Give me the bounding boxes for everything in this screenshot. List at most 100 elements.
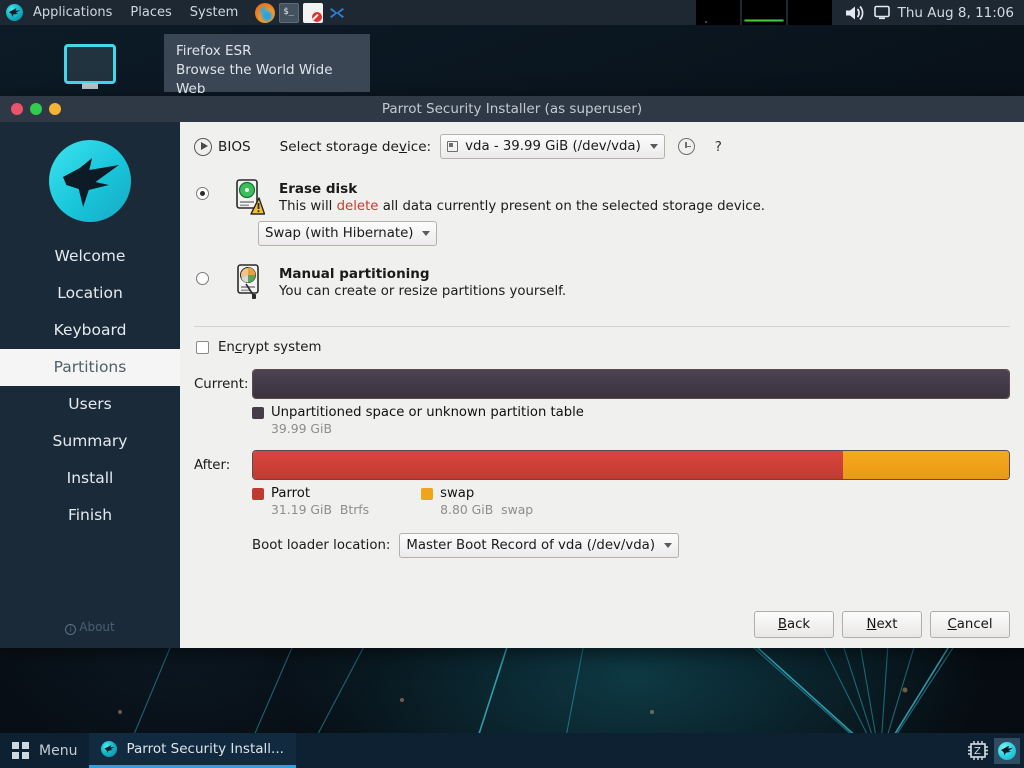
chevron-down-icon	[422, 231, 430, 236]
taskbar-item-installer[interactable]: Parrot Security Install...	[89, 733, 295, 768]
speaker-icon[interactable]	[844, 4, 866, 22]
segment-parrot[interactable]	[253, 451, 843, 479]
swap-select-value: Swap (with Hibernate)	[265, 226, 413, 241]
workspace-1[interactable]	[696, 0, 740, 25]
section-divider	[194, 326, 1010, 327]
document-icon[interactable]	[303, 3, 323, 23]
partitions-page: BIOS Select storage device: vda - 39.99 …	[180, 122, 1024, 648]
parrot-logo-icon	[101, 741, 117, 757]
sidebar-item-keyboard[interactable]: Keyboard	[0, 312, 180, 349]
after-label: After:	[194, 458, 252, 473]
legend-name: Parrot	[271, 486, 310, 501]
about-link[interactable]: iAbout	[0, 620, 180, 635]
wizard-buttons: Back Next Cancel	[754, 611, 1010, 638]
next-button[interactable]: Next	[842, 611, 922, 638]
display-icon[interactable]	[874, 5, 890, 20]
sidebar-item-summary[interactable]: Summary	[0, 423, 180, 460]
legend-name: swap	[440, 486, 474, 501]
installer-sidebar: Welcome Location Keyboard Partitions Use…	[0, 122, 180, 648]
sidebar-item-finish[interactable]: Finish	[0, 497, 180, 534]
current-label: Current:	[194, 377, 252, 392]
manual-partitioning-desc: You can create or resize partitions your…	[279, 284, 566, 299]
svg-text:Z: Z	[974, 746, 981, 757]
parrot-menu-icon[interactable]	[6, 4, 23, 21]
minimize-button[interactable]	[30, 103, 42, 115]
terminal-icon[interactable]: $_	[279, 3, 299, 23]
back-button[interactable]: Back	[754, 611, 834, 638]
refresh-icon[interactable]	[678, 138, 695, 155]
vscode-icon[interactable]	[327, 3, 347, 23]
legend-swatch	[252, 407, 264, 419]
bootloader-label: Boot loader location:	[252, 538, 390, 553]
workspace-3[interactable]	[788, 0, 832, 25]
cancel-button[interactable]: Cancel	[930, 611, 1010, 638]
encrypt-system-row[interactable]: Encrypt system	[196, 340, 1010, 355]
parrot-tray-icon[interactable]	[994, 738, 1020, 764]
sidebar-item-welcome[interactable]: Welcome	[0, 238, 180, 275]
desktop-computer-icon[interactable]	[62, 44, 118, 84]
option-erase-disk[interactable]: Erase disk This will delete all data cur…	[194, 175, 1010, 215]
firefox-icon[interactable]	[255, 3, 275, 23]
legend-item-unpartitioned: Unpartitioned space or unknown partition…	[252, 405, 584, 436]
taskbar: Menu Parrot Security Install... Z	[0, 733, 1024, 768]
menu-places[interactable]: Places	[121, 0, 180, 25]
window-titlebar[interactable]: Parrot Security Installer (as superuser)	[0, 96, 1024, 122]
help-button[interactable]: ?	[715, 139, 722, 155]
sidebar-item-users[interactable]: Users	[0, 386, 180, 423]
encrypt-system-label: Encrypt system	[218, 340, 321, 355]
terminal-glyph: $_	[283, 8, 294, 17]
option-manual-partitioning[interactable]: Manual partitioning You can create or re…	[194, 260, 1010, 300]
tooltip-subtitle: Browse the World Wide Web	[176, 61, 358, 99]
segment-swap[interactable]	[843, 451, 1009, 479]
top-panel: Applications Places System $_	[0, 0, 1024, 25]
panel-launchers: $_	[255, 3, 347, 23]
erase-disk-title: Erase disk	[279, 181, 765, 197]
erase-disk-icon	[233, 179, 265, 215]
sidebar-item-install[interactable]: Install	[0, 460, 180, 497]
bootloader-value: Master Boot Record of vda (/dev/vda)	[406, 538, 655, 553]
system-tray: Z	[966, 733, 1024, 768]
current-layout-row: Current:	[194, 369, 1010, 399]
menu-applications[interactable]: Applications	[24, 0, 121, 25]
manual-partitioning-radio[interactable]	[196, 272, 209, 285]
legend-swatch	[252, 488, 264, 500]
select-storage-label: Select storage device:	[280, 139, 431, 155]
erase-disk-radio[interactable]	[196, 187, 209, 200]
bootloader-row: Boot loader location: Master Boot Record…	[252, 533, 1010, 558]
firmware-label: BIOS	[218, 139, 251, 155]
bootloader-select[interactable]: Master Boot Record of vda (/dev/vda)	[399, 533, 679, 558]
menu-system[interactable]: System	[181, 0, 247, 25]
manual-partitioning-title: Manual partitioning	[279, 266, 566, 282]
erase-disk-desc: This will delete all data currently pres…	[279, 199, 765, 214]
clock[interactable]: Thu Aug 8, 11:06	[898, 5, 1014, 21]
chevron-down-icon	[664, 543, 672, 548]
legend-name: Unpartitioned space or unknown partition…	[271, 405, 584, 420]
close-button[interactable]	[11, 103, 23, 115]
legend-item-swap: swap 8.80 GiB swap	[421, 486, 533, 517]
parrot-logo-icon	[49, 140, 131, 222]
segment-unpartitioned[interactable]	[253, 370, 1009, 398]
menu-button[interactable]: Menu	[0, 733, 89, 768]
firefox-tooltip: Firefox ESR Browse the World Wide Web	[164, 34, 370, 92]
after-partition-bar[interactable]	[252, 450, 1010, 480]
workspace-switcher[interactable]	[696, 0, 832, 25]
swap-select[interactable]: Swap (with Hibernate)	[258, 221, 437, 246]
encrypt-system-checkbox[interactable]	[196, 341, 209, 354]
after-legend: Parrot 31.19 GiB Btrfs swap 8.80 GiB swa…	[252, 486, 1010, 517]
installer-window: Parrot Security Installer (as superuser)…	[0, 96, 1024, 648]
storage-device-select[interactable]: vda - 39.99 GiB (/dev/vda)	[440, 134, 665, 159]
legend-item-parrot: Parrot 31.19 GiB Btrfs	[252, 486, 369, 517]
sidebar-item-location[interactable]: Location	[0, 275, 180, 312]
storage-device-value: vda - 39.99 GiB (/dev/vda)	[465, 139, 641, 154]
current-legend: Unpartitioned space or unknown partition…	[252, 405, 1010, 436]
manual-partitioning-icon	[233, 264, 265, 300]
maximize-button[interactable]	[49, 103, 61, 115]
sidebar-item-partitions[interactable]: Partitions	[0, 349, 180, 386]
window-controls	[0, 103, 61, 115]
legend-size: 8.80 GiB swap	[440, 502, 533, 517]
storage-device-row: BIOS Select storage device: vda - 39.99 …	[194, 134, 1010, 159]
caffeine-icon[interactable]: Z	[966, 740, 990, 762]
current-partition-bar[interactable]	[252, 369, 1010, 399]
info-icon: i	[65, 624, 76, 635]
workspace-2[interactable]	[742, 0, 786, 25]
